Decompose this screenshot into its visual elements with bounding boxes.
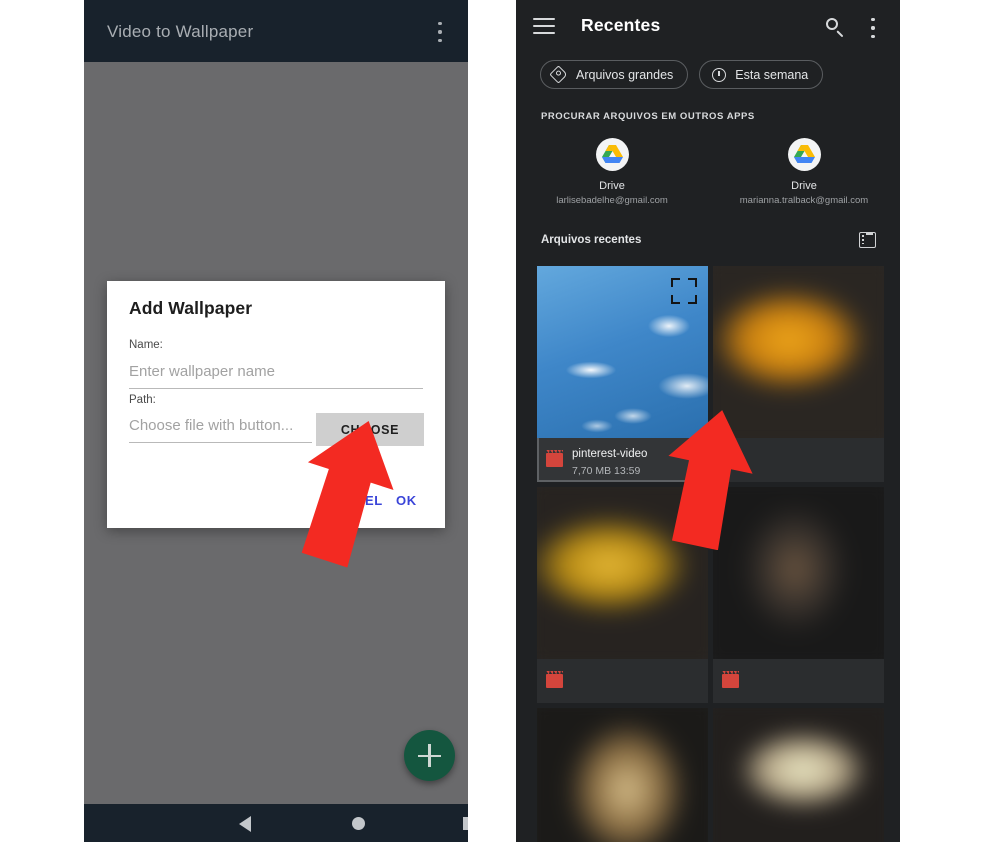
name-label: Name:	[129, 339, 163, 351]
file-card-info	[713, 659, 884, 703]
chip-esta-semana[interactable]: Esta semana	[699, 60, 824, 89]
tag-icon	[549, 64, 568, 84]
google-drive-icon	[787, 138, 821, 171]
app-account: marianna.tralback@gmail.com	[739, 195, 869, 206]
file-card-info	[537, 659, 708, 703]
app-account: larlisebadelhe@gmail.com	[556, 195, 668, 206]
file-thumbnail	[713, 487, 884, 659]
app-shortcut-drive-1[interactable]: Drive larlisebadelhe@gmail.com	[516, 138, 708, 206]
app-bar: Video to Wallpaper	[84, 0, 468, 62]
other-apps-row: Drive larlisebadelhe@gmail.com Drive mar…	[516, 138, 900, 206]
right-phone-screen: Recentes Arquivos grandes Esta semana PR…	[516, 0, 900, 842]
hamburger-icon[interactable]	[533, 18, 555, 34]
chip-label: Esta semana	[735, 67, 809, 82]
grid-row	[537, 487, 884, 703]
recent-files-grid: pinterest-video 7,70 MB 13:59	[537, 266, 884, 842]
screenshot-root: Video to Wallpaper Add Wallpaper Name: E…	[0, 0, 984, 842]
chip-label: Arquivos grandes	[576, 67, 674, 82]
search-icon[interactable]	[826, 18, 844, 38]
file-thumbnail	[537, 487, 708, 659]
app-name: Drive	[599, 180, 625, 192]
file-name: pinterest-video	[572, 447, 648, 460]
file-card-info: pinterest-video 7,70 MB 13:59	[537, 438, 708, 482]
google-drive-icon	[595, 138, 629, 171]
file-card[interactable]	[713, 266, 884, 482]
recents-square-icon[interactable]	[463, 817, 468, 830]
name-input-underline	[129, 388, 423, 389]
grid-row: pinterest-video 7,70 MB 13:59	[537, 266, 884, 482]
path-input-underline	[129, 442, 312, 443]
file-thumbnail	[713, 266, 884, 438]
cancel-button[interactable]: CANCEL	[325, 493, 383, 508]
file-card-selected[interactable]: pinterest-video 7,70 MB 13:59	[537, 266, 708, 482]
file-card[interactable]	[537, 708, 708, 842]
name-input[interactable]: Enter wallpaper name	[129, 363, 423, 389]
home-circle-icon[interactable]	[352, 817, 365, 830]
choose-button[interactable]: CHOOSE	[316, 413, 424, 446]
filter-chips: Arquivos grandes Esta semana	[540, 60, 824, 89]
file-card-info	[713, 438, 884, 482]
file-thumbnail	[713, 708, 884, 842]
chip-arquivos-grandes[interactable]: Arquivos grandes	[540, 60, 689, 89]
video-file-icon	[722, 674, 739, 688]
recent-files-title: Arquivos recentes	[541, 234, 642, 246]
file-card[interactable]	[713, 487, 884, 703]
files-app-bar: Recentes	[516, 0, 900, 52]
left-phone-screen: Video to Wallpaper Add Wallpaper Name: E…	[84, 0, 468, 842]
video-file-icon	[546, 674, 563, 688]
recent-files-header: Arquivos recentes	[516, 232, 900, 254]
name-input-placeholder: Enter wallpaper name	[129, 363, 275, 380]
more-vert-icon[interactable]	[430, 21, 450, 43]
app-shortcut-drive-2[interactable]: Drive marianna.tralback@gmail.com	[708, 138, 900, 206]
grid-row	[537, 708, 884, 842]
ok-button[interactable]: OK	[396, 493, 417, 508]
file-thumbnail	[537, 708, 708, 842]
expand-icon[interactable]	[671, 278, 697, 304]
dialog-title: Add Wallpaper	[129, 298, 253, 318]
more-vert-icon[interactable]	[864, 18, 882, 38]
app-name: Drive	[791, 180, 817, 192]
files-page-title: Recentes	[581, 15, 661, 35]
file-meta: 7,70 MB 13:59	[572, 464, 641, 477]
video-file-icon	[546, 453, 563, 467]
android-nav-bar	[84, 804, 468, 842]
path-label: Path:	[129, 394, 156, 406]
add-fab-button[interactable]	[404, 730, 455, 781]
back-triangle-icon[interactable]	[239, 816, 251, 832]
path-input-placeholder: Choose file with button...	[129, 417, 294, 434]
file-card[interactable]	[713, 708, 884, 842]
history-clock-icon	[711, 67, 727, 83]
file-card[interactable]	[537, 487, 708, 703]
add-wallpaper-dialog: Add Wallpaper Name: Enter wallpaper name…	[107, 281, 445, 528]
dialog-actions: CANCEL OK	[107, 484, 445, 518]
video-file-icon	[722, 453, 739, 467]
path-input[interactable]: Choose file with button...	[129, 417, 312, 443]
list-view-icon[interactable]	[859, 232, 876, 248]
other-apps-caption: PROCURAR ARQUIVOS EM OUTROS APPS	[541, 111, 755, 122]
app-title: Video to Wallpaper	[107, 22, 254, 41]
